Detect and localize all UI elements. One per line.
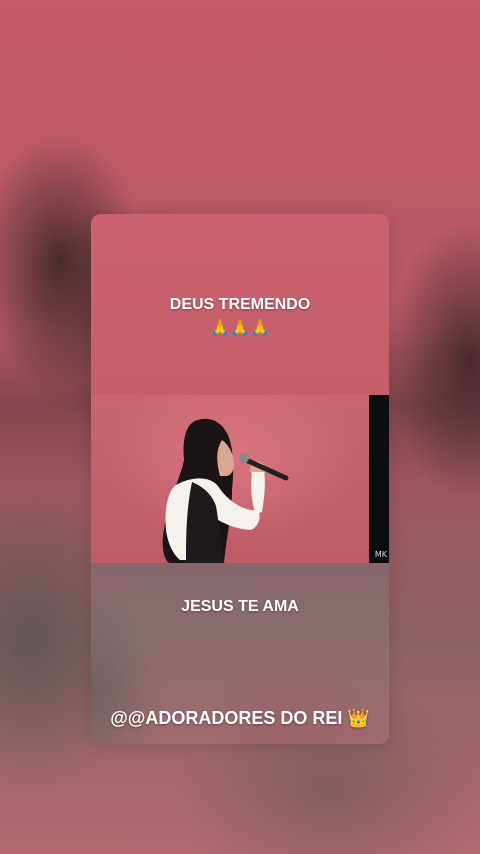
singer-image bbox=[162, 418, 289, 563]
story-card[interactable]: DEUS TREMENDO 🙏🙏🙏 MK JESUS TE AMA @@ADOR… bbox=[91, 214, 389, 744]
bottom-caption-line: @@ADORADORES DO REI 👑 bbox=[91, 708, 389, 729]
video-letterbox bbox=[369, 395, 389, 563]
video-watermark: MK bbox=[374, 550, 387, 559]
crown-emoji: 👑 bbox=[347, 708, 370, 728]
video-frame[interactable]: MK bbox=[91, 395, 389, 563]
top-caption: DEUS TREMENDO bbox=[169, 296, 311, 313]
middle-caption: JESUS TE AMA bbox=[181, 598, 299, 615]
account-handle: @@ADORADORES DO REI bbox=[110, 708, 343, 728]
praying-hands-emojis: 🙏🙏🙏 bbox=[210, 320, 270, 337]
